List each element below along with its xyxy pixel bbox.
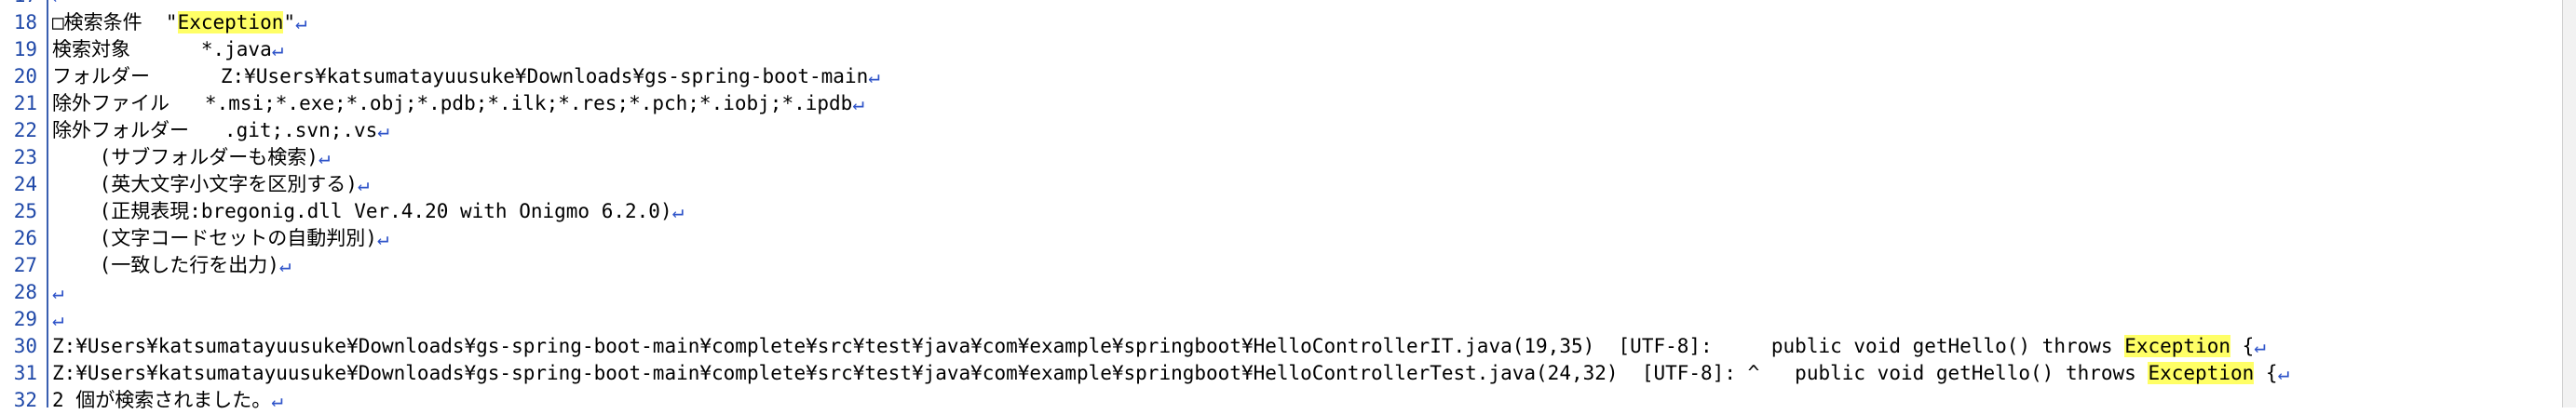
text-segment: Z:¥Users¥katsumatayuusuke¥Downloads¥gs-s… [52, 335, 2125, 357]
editor-line[interactable]: 21 除外ファイル *.msi;*.exe;*.obj;*.pdb;*.ilk;*… [0, 90, 2576, 117]
line-text: (サブフォルダーも検索)↵ [52, 144, 331, 171]
line-break-mark: ↵ [868, 65, 880, 87]
text-segment: □検索条件 " [52, 11, 178, 33]
line-break-mark: ↵ [357, 173, 370, 195]
editor-line[interactable]: 17 ↵ [0, 0, 2576, 9]
line-break-mark: ↵ [2254, 335, 2266, 357]
line-text: ↵ [52, 306, 64, 333]
line-break-mark: ↵ [52, 308, 64, 330]
editor-line[interactable]: 31 Z:¥Users¥katsumatayuusuke¥Downloads¥gs… [0, 360, 2576, 387]
editor-line[interactable]: 32 2 個が検索されました。↵ [0, 387, 2576, 414]
text-segment: (サブフォルダーも検索) [52, 146, 319, 168]
line-text: (正規表現:bregonig.dll Ver.4.20 with Onigmo … [52, 198, 685, 225]
line-text: □検索条件 "Exception"↵ [52, 9, 307, 36]
search-match-highlight: Exception [2124, 335, 2230, 357]
line-number: 31 [13, 362, 37, 384]
line-number: 25 [13, 200, 37, 222]
line-number: 19 [13, 38, 37, 60]
line-number: 17 [0, 0, 37, 9]
text-segment: Z:¥Users¥katsumatayuusuke¥Downloads¥gs-s… [52, 362, 2149, 384]
editor-line[interactable]: 23 (サブフォルダーも検索)↵ [0, 144, 2576, 171]
editor-line[interactable]: 28 ↵ [0, 279, 2576, 306]
line-text: Z:¥Users¥katsumatayuusuke¥Downloads¥gs-s… [52, 333, 2266, 360]
line-break-mark: ↵ [295, 11, 307, 33]
editor-line[interactable]: 19 検索対象 *.java↵ [0, 36, 2576, 63]
line-number: 18 [13, 11, 37, 33]
line-text: ↵ [52, 0, 64, 9]
text-segment: 検索対象 *.java [52, 38, 272, 60]
editor-line[interactable]: 18 □検索条件 "Exception"↵ [0, 9, 2576, 36]
text-segment: フォルダー Z:¥Users¥katsumatayuusuke¥Download… [52, 65, 869, 87]
editor-line[interactable]: 25 (正規表現:bregonig.dll Ver.4.20 with Onig… [0, 198, 2576, 225]
editor-line[interactable]: 27 (一致した行を出力)↵ [0, 252, 2576, 279]
line-number: 28 [13, 281, 37, 303]
editor-line[interactable]: 30 Z:¥Users¥katsumatayuusuke¥Downloads¥gs… [0, 333, 2576, 360]
text-segment: { [2230, 335, 2255, 357]
line-number: 27 [13, 254, 37, 276]
line-break-mark: ↵ [271, 38, 284, 60]
line-break-mark: ↵ [2277, 362, 2290, 384]
editor-line[interactable]: 26 (文字コードセットの自動判別)↵ [0, 225, 2576, 252]
line-text: 2 個が検索されました。↵ [52, 387, 283, 414]
editor-line[interactable]: 20 フォルダー Z:¥Users¥katsumatayuusuke¥Downlo… [0, 63, 2576, 90]
search-match-highlight: Exception [177, 11, 284, 33]
line-break-mark: ↵ [278, 254, 291, 276]
line-text: (英大文字小文字を区別する)↵ [52, 171, 370, 198]
text-segment: 2 個が検索されました。 [52, 389, 272, 411]
line-break-mark: ↵ [271, 389, 283, 411]
text-segment: (正規表現:bregonig.dll Ver.4.20 with Onigmo … [52, 200, 672, 222]
line-number: 26 [13, 227, 37, 249]
line-number: 30 [13, 335, 37, 357]
search-match-highlight: Exception [2148, 362, 2255, 384]
line-break-mark: ↵ [52, 0, 64, 7]
line-text: 検索対象 *.java↵ [52, 36, 283, 63]
line-break-mark: ↵ [376, 227, 389, 249]
line-break-mark: ↵ [377, 119, 389, 141]
line-break-mark: ↵ [671, 200, 685, 222]
line-text: 除外ファイル *.msi;*.exe;*.obj;*.pdb;*.ilk;*.r… [52, 90, 864, 117]
line-text: フォルダー Z:¥Users¥katsumatayuusuke¥Download… [52, 63, 880, 90]
line-break-mark: ↵ [318, 146, 331, 168]
editor-line[interactable]: 24 (英大文字小文字を区別する)↵ [0, 171, 2576, 198]
line-break-mark: ↵ [852, 92, 864, 114]
text-segment: { [2254, 362, 2278, 384]
line-text: 除外フォルダー .git;.svn;.vs↵ [52, 117, 389, 144]
line-text: Z:¥Users¥katsumatayuusuke¥Downloads¥gs-s… [52, 360, 2289, 387]
line-number: 21 [13, 92, 37, 114]
text-segment: 除外フォルダー .git;.svn;.vs [52, 119, 378, 141]
line-number: 22 [13, 119, 37, 141]
line-number: 24 [13, 173, 37, 195]
text-segment: 除外ファイル *.msi;*.exe;*.obj;*.pdb;*.ilk;*.r… [52, 92, 853, 114]
line-number: 32 [13, 389, 37, 411]
text-segment: " [283, 11, 296, 33]
grep-result-editor[interactable]: 17↵18□検索条件 "Exception"↵19検索対象 *.java↵20フ… [0, 0, 2576, 411]
text-segment: (文字コードセットの自動判別) [52, 227, 377, 249]
text-segment: (英大文字小文字を区別する) [52, 173, 358, 195]
line-number: 20 [13, 65, 37, 87]
editor-line[interactable]: 29 ↵ [0, 306, 2576, 333]
text-segment: (一致した行を出力) [52, 254, 279, 276]
line-text: ↵ [52, 279, 64, 306]
line-text: (一致した行を出力)↵ [52, 252, 291, 279]
line-number: 29 [13, 308, 37, 330]
line-number: 23 [13, 146, 37, 168]
line-text: (文字コードセットの自動判別)↵ [52, 225, 389, 252]
vertical-scrollbar[interactable] [2562, 0, 2576, 407]
editor-line[interactable]: 22 除外フォルダー .git;.svn;.vs↵ [0, 117, 2576, 144]
line-break-mark: ↵ [52, 281, 64, 303]
